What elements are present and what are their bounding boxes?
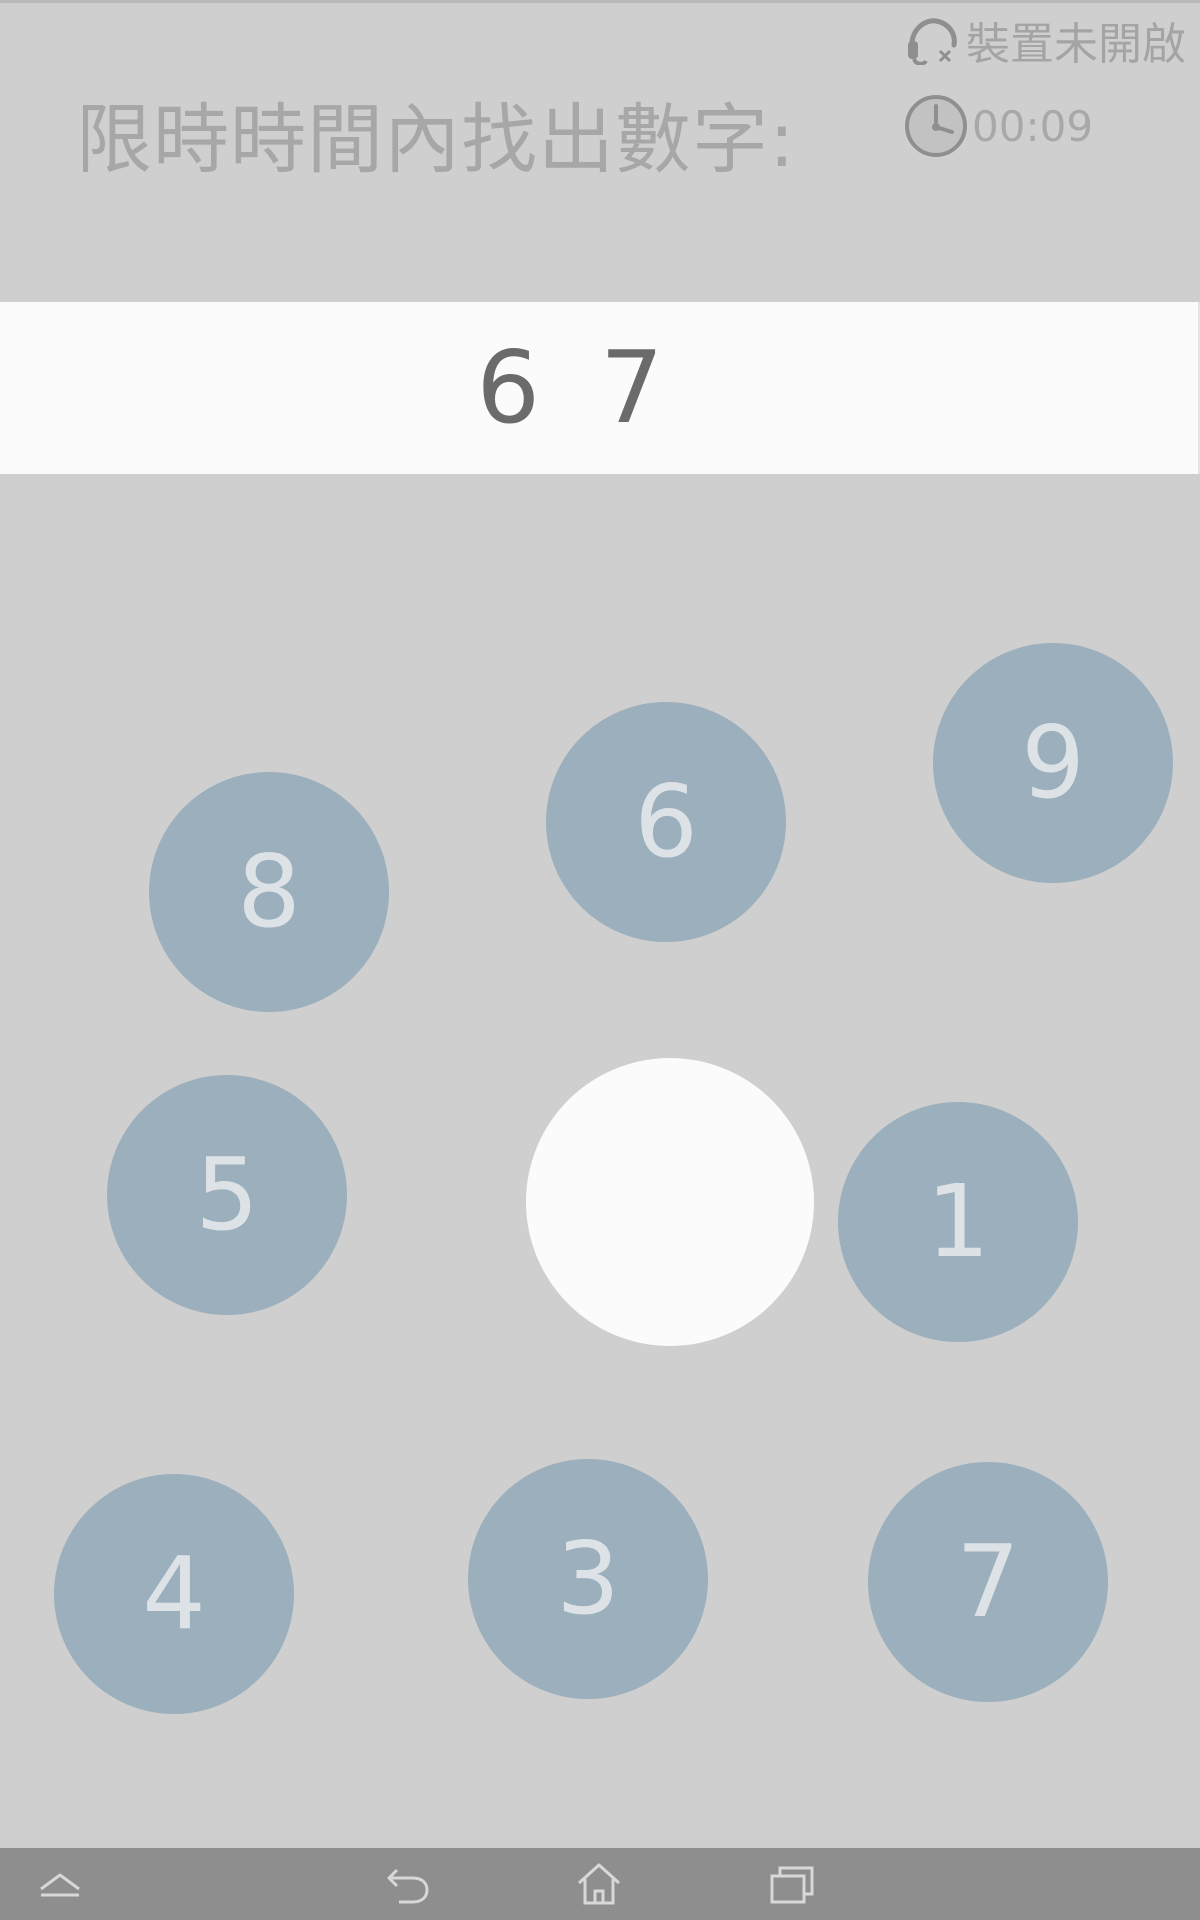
number-bubble-1[interactable]: 1	[838, 1102, 1078, 1342]
target-digit: 6	[476, 329, 540, 446]
bubble-number: 6	[634, 763, 698, 880]
nav-home-button[interactable]	[559, 1848, 639, 1920]
target-digit: 7	[600, 329, 664, 446]
nav-back-button[interactable]	[367, 1848, 447, 1920]
bubble-number: 7	[956, 1523, 1020, 1640]
back-icon	[383, 1862, 431, 1906]
number-bubble-3[interactable]: 3	[468, 1459, 708, 1699]
bubble-number: 9	[1021, 704, 1085, 821]
number-bubble-6[interactable]: 6	[546, 702, 786, 942]
number-bubble-4[interactable]: 4	[54, 1474, 294, 1714]
timer: 00:09	[904, 90, 1093, 162]
nav-menu-button[interactable]	[20, 1848, 100, 1920]
bubble-number: 4	[142, 1535, 206, 1652]
blank-bubble[interactable]	[526, 1058, 814, 1346]
device-status-label: 裝置未開啟	[966, 19, 1186, 70]
clock-icon	[904, 94, 968, 158]
chevron-up-icon	[37, 1867, 83, 1901]
recent-apps-icon	[768, 1862, 816, 1906]
target-panel: 6 7	[0, 302, 1200, 474]
top-strip	[0, 0, 1200, 3]
number-bubble-7[interactable]: 7	[868, 1462, 1108, 1702]
number-bubble-8[interactable]: 8	[149, 772, 389, 1012]
device-status: 裝置未開啟	[904, 10, 1186, 70]
number-bubble-5[interactable]: 5	[107, 1075, 347, 1315]
nav-recent-apps-button[interactable]	[752, 1848, 832, 1920]
number-bubble-9[interactable]: 9	[933, 643, 1173, 883]
navigation-bar	[0, 1848, 1200, 1920]
instruction-text: 限時時間內找出數字:	[76, 95, 796, 184]
headset-disconnected-icon	[904, 15, 960, 65]
bubble-number: 3	[556, 1520, 620, 1637]
bubble-number: 1	[926, 1163, 990, 1280]
bubble-number: 8	[237, 833, 301, 950]
home-icon	[575, 1861, 623, 1907]
timer-value: 00:09	[972, 101, 1094, 151]
target-numbers: 6 7	[476, 338, 663, 438]
bubble-number: 5	[195, 1136, 259, 1253]
